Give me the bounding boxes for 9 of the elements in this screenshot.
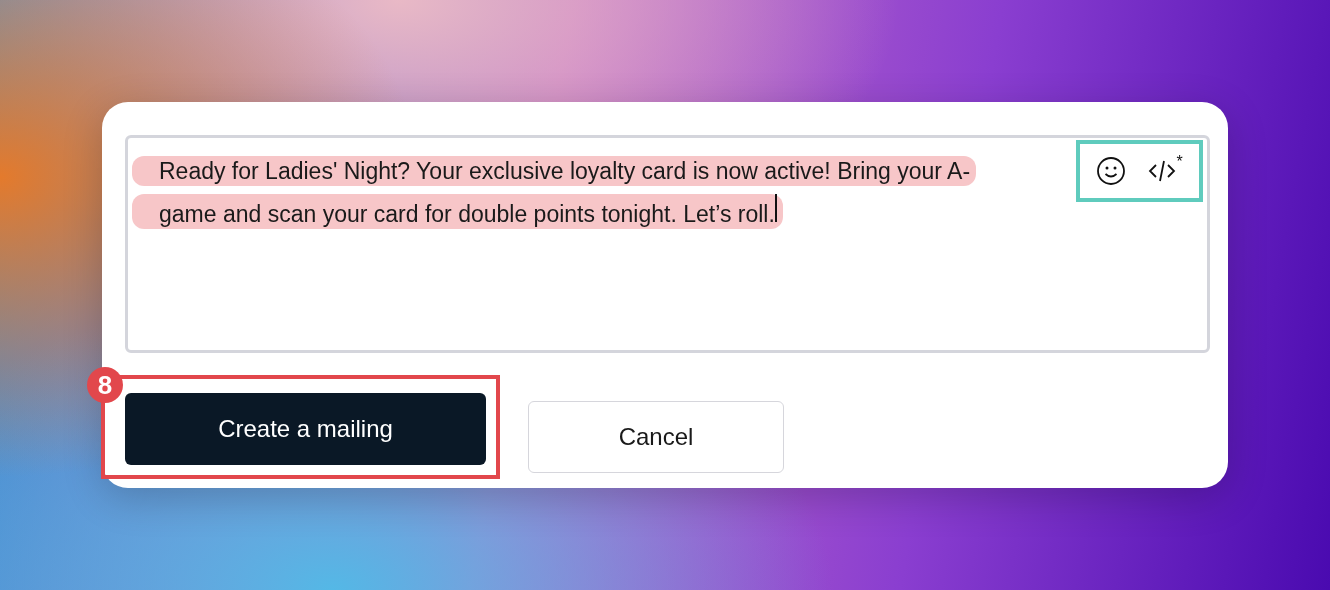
highlighted-text: Ready for Ladies' Night? Your exclusive loyalty card is now active! Bring your A- xyxy=(132,156,977,186)
code-button[interactable]: * xyxy=(1144,154,1185,188)
create-button[interactable]: Create a mailing xyxy=(125,393,486,465)
asterisk-mark: * xyxy=(1176,156,1183,168)
highlighted-text: game and scan your card for double points tonight. Let’s roll. xyxy=(132,194,783,229)
cancel-button[interactable]: Cancel xyxy=(528,401,784,473)
message-field[interactable]: Ready for Ladies' Night? Your exclusive loyalty card is now active! Bring your A- game and scan your card for double points tonight. Let’s roll. * xyxy=(125,135,1210,353)
step-badge: 8 xyxy=(87,367,123,403)
smiley-icon xyxy=(1096,156,1127,186)
